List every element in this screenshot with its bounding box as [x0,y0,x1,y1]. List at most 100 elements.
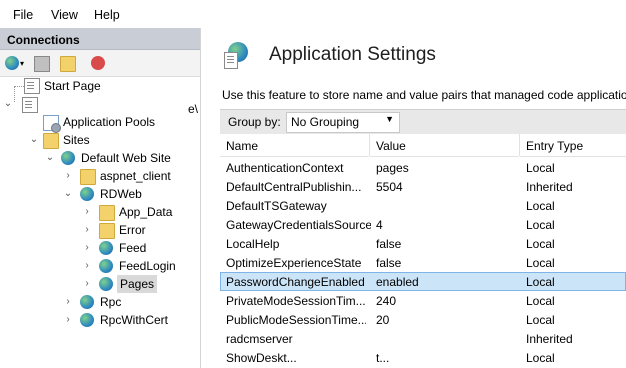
column-header-name[interactable]: Name [220,134,369,157]
web-app-icon [80,295,94,309]
cell-name: DefaultCentralPublishin... [226,180,362,194]
cell-name: LocalHelp [226,237,280,251]
settings-grid: Name Value Entry Type AuthenticationCont… [220,134,626,368]
cell-value: 20 [376,313,390,327]
column-header-label: Value [376,139,406,153]
cell-name: PasswordChangeEnabled [226,275,365,289]
connections-toolbar: ▾ [0,50,200,77]
web-app-icon [80,313,94,327]
cell-name: radcmserver [226,332,293,346]
cell-value: false [376,256,402,270]
connections-header: Connections [0,28,200,50]
tree-label: Start Page [44,79,101,93]
cell-entry-type: Local [526,256,555,270]
table-row-selected[interactable]: PasswordChangeEnabled enabled Local [220,272,626,291]
cell-value: enabled [376,275,419,289]
group-by-label: Group by: [228,115,281,129]
cell-name: OptimizeExperienceState [226,256,362,270]
tree-start-page[interactable]: Start Page [0,77,200,95]
cell-value: 5504 [376,180,403,194]
tree-feedlogin[interactable]: › FeedLogin [0,257,200,275]
tree-rpc[interactable]: › Rpc [0,293,200,311]
tree-label: Sites [63,133,90,147]
cell-entry-type: Local [526,294,555,308]
table-row[interactable]: GatewayCredentialsSource 4 Local [220,215,626,234]
table-row[interactable]: DefaultCentralPublishin... 5504 Inherite… [220,177,626,196]
web-app-icon [99,241,113,255]
save-icon[interactable] [34,56,50,72]
tree-label: FeedLogin [119,259,176,273]
chevron-right-icon[interactable]: › [63,167,73,185]
cell-value: false [376,237,402,251]
chevron-right-icon[interactable]: › [82,221,92,239]
chevron-right-icon[interactable]: › [63,293,73,311]
menu-view[interactable]: View [51,8,78,22]
cell-value: 4 [376,218,383,232]
tree-label: Error [119,223,146,237]
tree-error[interactable]: › Error [0,221,200,239]
connections-tree: Start Page ⌄ e\ Application Pools ⌄ Site… [0,77,200,367]
tree-rpcwithcert[interactable]: › RpcWithCert [0,311,200,329]
column-header-value[interactable]: Value [370,134,519,157]
table-row[interactable]: LocalHelp false Local [220,234,626,253]
connect-icon[interactable] [5,56,19,70]
chevron-down-icon[interactable]: ⌄ [63,185,73,203]
chevron-down-icon[interactable]: ⌄ [45,149,55,167]
app-pools-icon [43,115,61,133]
cell-name: ShowDeskt... [226,351,297,365]
table-row[interactable]: ShowDeskt... t... Local [220,348,626,367]
menu-bar: File View Help [0,0,626,28]
chevron-right-icon[interactable]: › [82,203,92,221]
tree-app-pools[interactable]: Application Pools [0,113,200,133]
chevron-right-icon[interactable]: › [82,275,92,293]
tree-feed[interactable]: › Feed [0,239,200,257]
folder-icon [80,169,96,185]
column-header-entry-type[interactable]: Entry Type [520,134,626,157]
menu-file[interactable]: File [13,8,33,22]
column-header-label: Entry Type [526,139,584,153]
cell-entry-type: Local [526,218,555,232]
server-icon [22,97,38,113]
connect-dropdown-icon[interactable]: ▾ [20,59,24,68]
chevron-right-icon[interactable]: › [82,257,92,275]
tree-app-data[interactable]: › App_Data [0,203,200,221]
up-folder-icon[interactable] [60,56,76,72]
start-page-icon [24,78,40,94]
table-row[interactable]: OptimizeExperienceState false Local [220,253,626,272]
cell-value: pages [376,161,409,175]
table-row[interactable]: DefaultTSGateway Local [220,196,626,215]
tree-label-selected: Pages [117,275,158,293]
tree-label: Default Web Site [81,151,171,165]
cell-entry-type: Inherited [526,332,573,346]
cell-name: AuthenticationContext [226,161,344,175]
tree-label: Feed [119,241,147,255]
disconnect-icon[interactable] [91,56,105,70]
group-by-bar: Group by: No Grouping ▼ [220,109,626,135]
tree-pages[interactable]: › Pages [0,275,200,293]
table-row[interactable]: AuthenticationContext pages Local [220,158,626,177]
connections-title: Connections [7,33,80,47]
table-row[interactable]: PrivateModeSessionTim... 240 Local [220,291,626,310]
cell-entry-type: Local [526,313,555,327]
folder-icon [99,223,115,239]
group-by-dropdown[interactable]: No Grouping ▼ [286,112,400,133]
table-row[interactable]: radcmserver Inherited [220,329,626,348]
tree-rdweb[interactable]: ⌄ RDWeb [0,185,200,203]
app-settings-icon [224,42,250,69]
table-row[interactable]: PublicModeSessionTime... 20 Local [220,310,626,329]
tree-sites[interactable]: ⌄ Sites [0,131,200,149]
cell-entry-type: Inherited [526,180,573,194]
tree-server[interactable]: ⌄ e\ [0,95,200,116]
tree-aspnet-client[interactable]: › aspnet_client [0,167,200,185]
web-app-icon [99,259,113,273]
tree-label: RDWeb [100,187,142,201]
cell-entry-type: Local [526,237,555,251]
cell-entry-type: Local [526,351,555,365]
chevron-down-icon[interactable]: ⌄ [29,131,39,149]
tree-default-web-site[interactable]: ⌄ Default Web Site [0,149,200,167]
cell-entry-type: Local [526,161,555,175]
chevron-down-icon[interactable]: ⌄ [3,95,13,113]
chevron-right-icon[interactable]: › [63,311,73,329]
chevron-right-icon[interactable]: › [82,239,92,257]
menu-help[interactable]: Help [94,8,120,22]
